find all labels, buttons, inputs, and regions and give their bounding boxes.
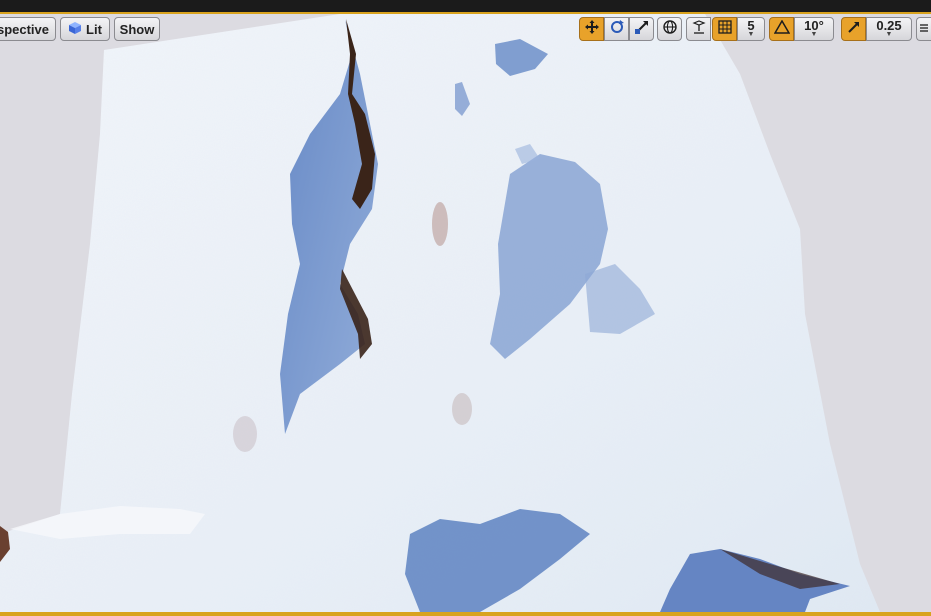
lit-cube-icon: [68, 21, 82, 38]
globe-icon: [662, 19, 678, 40]
translate-tool-button[interactable]: [579, 17, 604, 41]
translate-icon: [584, 19, 600, 40]
scale-snap-toggle-button[interactable]: [841, 17, 866, 41]
angle-icon: [773, 19, 790, 39]
grid-snap-toggle-button[interactable]: [712, 17, 737, 41]
scale-tool-button[interactable]: [629, 17, 654, 41]
chevron-down-icon: ▼: [747, 31, 755, 38]
surface-snapping-button[interactable]: [686, 17, 711, 41]
editor-title-strip: [0, 0, 931, 14]
scale-icon: [634, 19, 650, 40]
rotation-snap-toggle-button[interactable]: [769, 17, 794, 41]
scale-snap-icon: [847, 20, 861, 39]
rotation-snap-value-dropdown[interactable]: 10° ▼: [794, 17, 834, 41]
dirt-stain-3: [233, 416, 257, 452]
perspective-label: Perspective: [0, 21, 49, 37]
dirt-stain: [432, 202, 448, 246]
scale-snap-value-dropdown[interactable]: 0.25 ▼: [866, 17, 912, 41]
perspective-button[interactable]: Perspective: [0, 17, 56, 41]
chevron-down-icon: ▼: [810, 31, 818, 38]
lit-mode-button[interactable]: Lit: [60, 17, 110, 41]
world-local-toggle-button[interactable]: [657, 17, 682, 41]
lit-label: Lit: [86, 21, 102, 37]
chevron-down-icon: ▼: [885, 31, 893, 38]
level-viewport-scene[interactable]: [0, 14, 931, 612]
menu-icon: [919, 20, 929, 38]
grid-snap-value-dropdown[interactable]: 5 ▼: [737, 17, 765, 41]
surface-snap-icon: [691, 19, 707, 40]
grid-icon: [717, 19, 732, 39]
rotate-icon: [609, 19, 625, 40]
show-label: Show: [119, 21, 155, 37]
viewport-options-button[interactable]: [916, 17, 931, 41]
dirt-stain-2: [452, 393, 472, 425]
viewport-bottom-border: [0, 612, 931, 616]
show-button[interactable]: Show: [114, 17, 160, 41]
rotate-tool-button[interactable]: [604, 17, 629, 41]
